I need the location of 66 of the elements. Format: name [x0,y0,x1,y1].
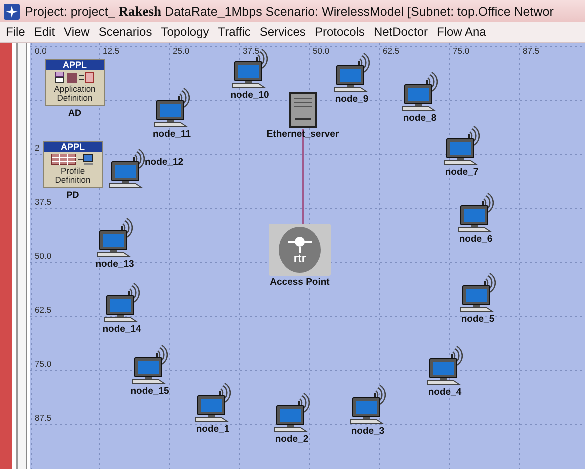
node-label: node_4 [428,387,462,398]
menu-item[interactable]: View [64,25,97,39]
application-icons [55,72,95,84]
menu-item[interactable]: File [6,25,32,39]
wireless-computer-icon[interactable] [460,273,496,313]
menu-item[interactable]: Services [260,25,313,39]
menu-item[interactable]: Topology [161,25,216,39]
axis-label: 75.0 [453,46,470,56]
menu-item[interactable]: Flow Ana [437,25,494,39]
node-label: node_5 [461,314,495,325]
axis-label: 0.0 [35,46,47,56]
object-label: PD [66,190,80,200]
axis-label: 50.0 [35,251,52,261]
node-label: node_12 [145,157,184,168]
wireless-computer-icon[interactable] [334,53,370,93]
node-label: node_15 [130,386,170,397]
node-label: node_8 [403,113,437,124]
axis-label: 75.0 [35,359,52,369]
wireless-computer-icon[interactable] [97,218,133,258]
wireless-computer-icon[interactable] [402,72,438,112]
menu-item[interactable]: Protocols [314,25,372,39]
axis-label: 87.5 [523,46,540,56]
server-icon[interactable] [289,92,317,128]
node-label: node_10 [230,90,270,101]
profile-icons [51,154,95,166]
node-label: node_9 [335,94,369,105]
router-icon[interactable]: rtr [269,224,331,276]
node-label: node_13 [96,259,134,270]
menu-item[interactable]: Traffic [218,25,258,39]
node-label: node_1 [196,424,230,435]
wireless-computer-icon[interactable] [109,149,145,189]
wireless-computer-icon[interactable] [154,88,190,128]
wireless-computer-icon[interactable] [350,385,386,425]
window-title: Project: project_ Rakesh DataRate_1Mbps Scenario: WirelessModel [Subnet: top.Office Networ [25,4,554,20]
axis-label: 37.5 [35,197,52,207]
axis-label: 25.0 [173,46,190,56]
wireless-computer-icon[interactable] [104,283,140,323]
node-label: node_11 [152,129,192,140]
wireless-computer-icon[interactable] [232,49,268,89]
wireless-computer-icon[interactable] [444,126,480,166]
wireless-computer-icon[interactable] [458,193,494,233]
object-label: AD [68,108,82,118]
node-label: node_7 [445,167,479,178]
wireless-computer-icon[interactable] [274,393,310,433]
node-label: node_3 [351,426,385,437]
axis-label: 62.5 [35,305,52,315]
axis-label: 50.0 [313,46,330,56]
menu-item[interactable]: Scenarios [98,25,160,39]
axis-label: 87.5 [35,413,52,423]
node-label: Ethernet_server [266,129,340,140]
app-icon [4,4,20,20]
menu-item[interactable]: NetDoctor [374,25,435,39]
axis-label: 2 [35,143,40,153]
node-label: Access Point [270,277,330,288]
axis-label: 37.5 [243,46,260,56]
axis-label: 12.5 [103,46,120,56]
node-label: node_14 [102,324,142,335]
node-label: node_2 [275,434,309,445]
wireless-computer-icon[interactable] [427,346,463,386]
config-object[interactable]: APPL Application Definition [45,59,105,106]
wireless-computer-icon[interactable] [195,383,231,423]
config-object[interactable]: APPL Profile Definition [43,141,103,188]
wireless-computer-icon[interactable] [132,345,168,385]
node-label: node_6 [459,234,493,245]
axis-label: 62.5 [383,46,400,56]
menu-item[interactable]: Edit [34,25,62,39]
